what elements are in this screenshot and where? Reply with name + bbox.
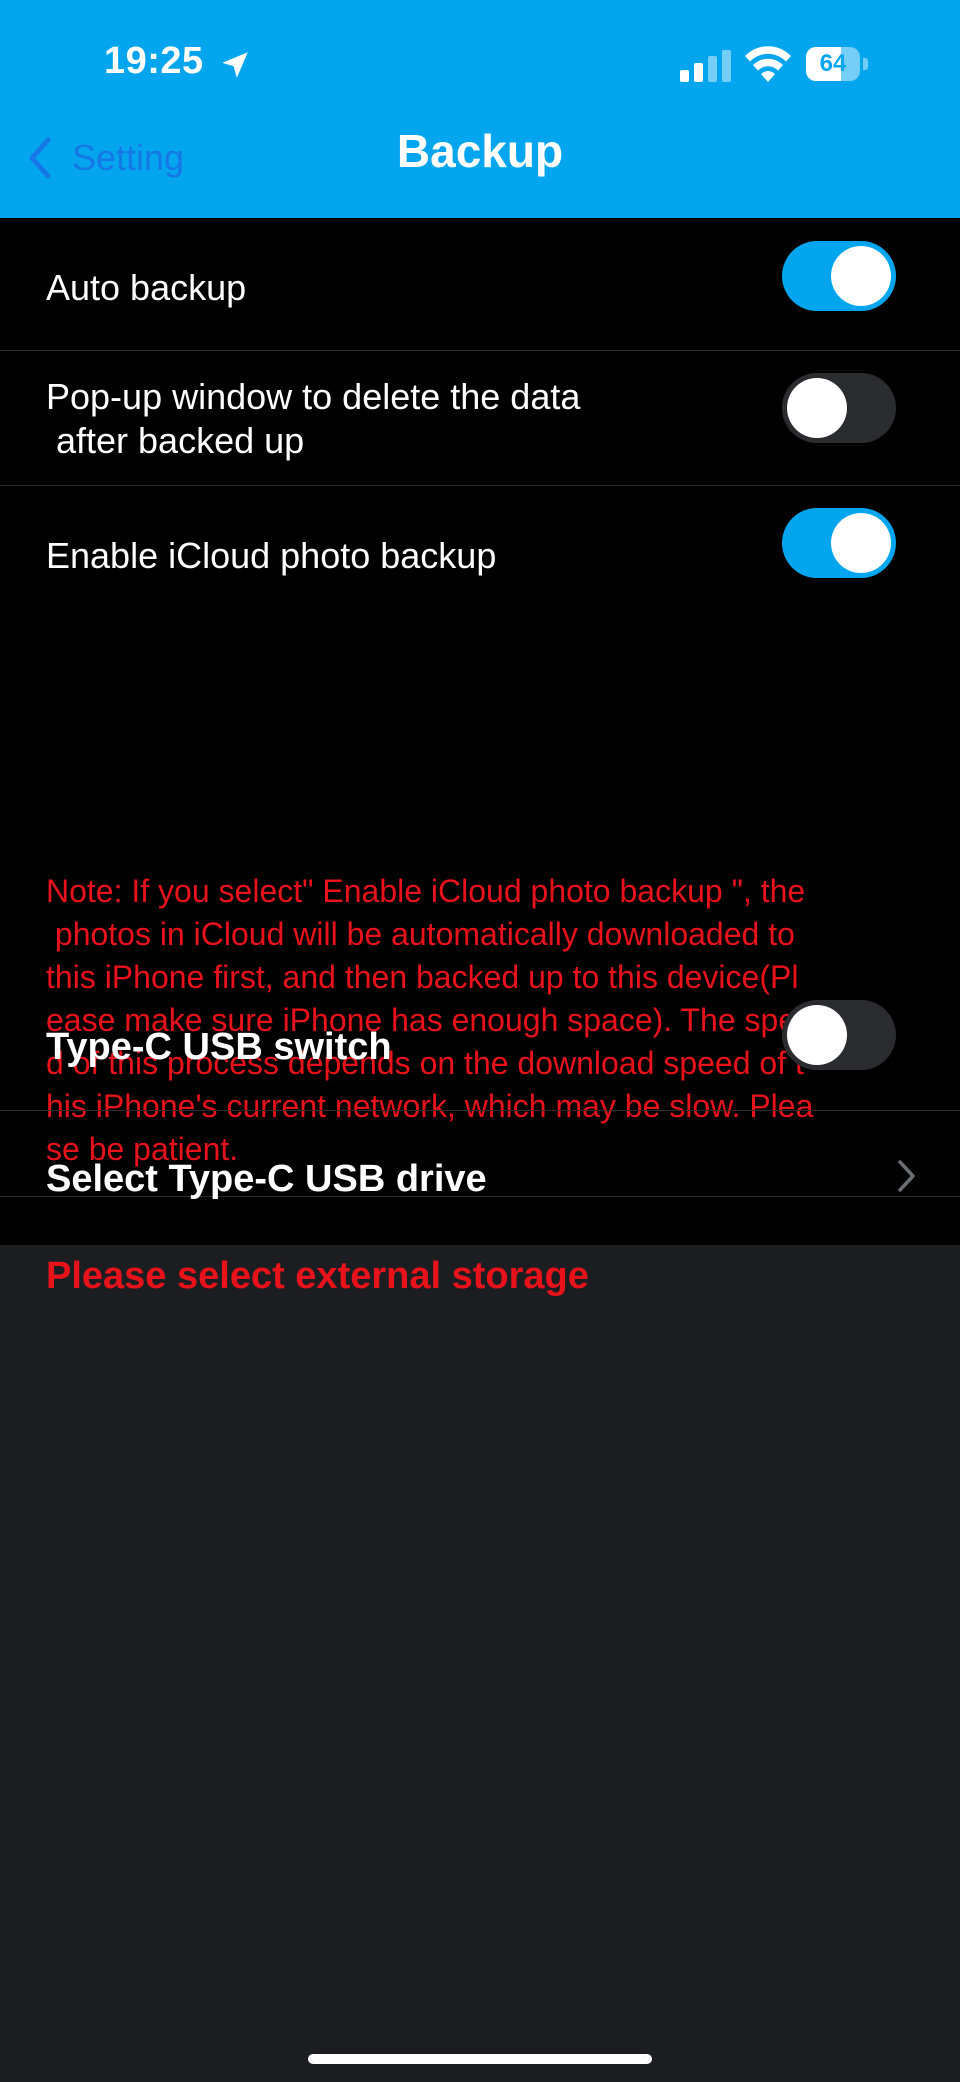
wifi-icon [745,46,791,82]
setting-row-usb-switch: Type-C USB switch [0,978,960,1111]
storage-warning: Please select external storage [46,1255,589,1297]
popup-delete-label: Pop-up window to delete the data after b… [46,376,581,461]
settings-list: Auto backup Pop-up window to delete the … [0,218,960,1245]
auto-backup-toggle[interactable] [782,241,896,311]
select-usb-drive-label: Select Type-C USB drive [46,1158,487,1200]
toggle-knob [787,1005,847,1065]
navigation-header: 19:25 64 Setting Backup [0,0,960,218]
popup-delete-toggle[interactable] [782,373,896,443]
toggle-knob [831,246,891,306]
battery-cap [863,58,868,70]
setting-row-select-usb-drive[interactable]: Select Type-C USB drive [0,1111,960,1245]
cellular-signal-icon [680,50,731,82]
auto-backup-label: Auto backup [46,267,247,308]
location-arrow-icon [222,52,248,78]
icloud-backup-toggle[interactable] [782,508,896,578]
battery-indicator: 64 [806,47,868,81]
setting-row-popup-delete: Pop-up window to delete the data after b… [0,351,960,486]
icloud-backup-label: Enable iCloud photo backup [46,535,497,576]
chevron-right-icon [898,1160,915,1192]
toggle-knob [831,513,891,573]
setting-row-auto-backup: Auto backup [0,218,960,351]
home-indicator [308,2054,652,2064]
status-time: 19:25 [104,40,204,82]
toggle-knob [787,378,847,438]
usb-switch-label: Type-C USB switch [46,1026,392,1068]
battery-percentage: 64 [819,50,847,77]
usb-switch-toggle[interactable] [782,1000,896,1070]
battery-body: 64 [806,47,860,81]
page-title: Backup [396,125,564,177]
